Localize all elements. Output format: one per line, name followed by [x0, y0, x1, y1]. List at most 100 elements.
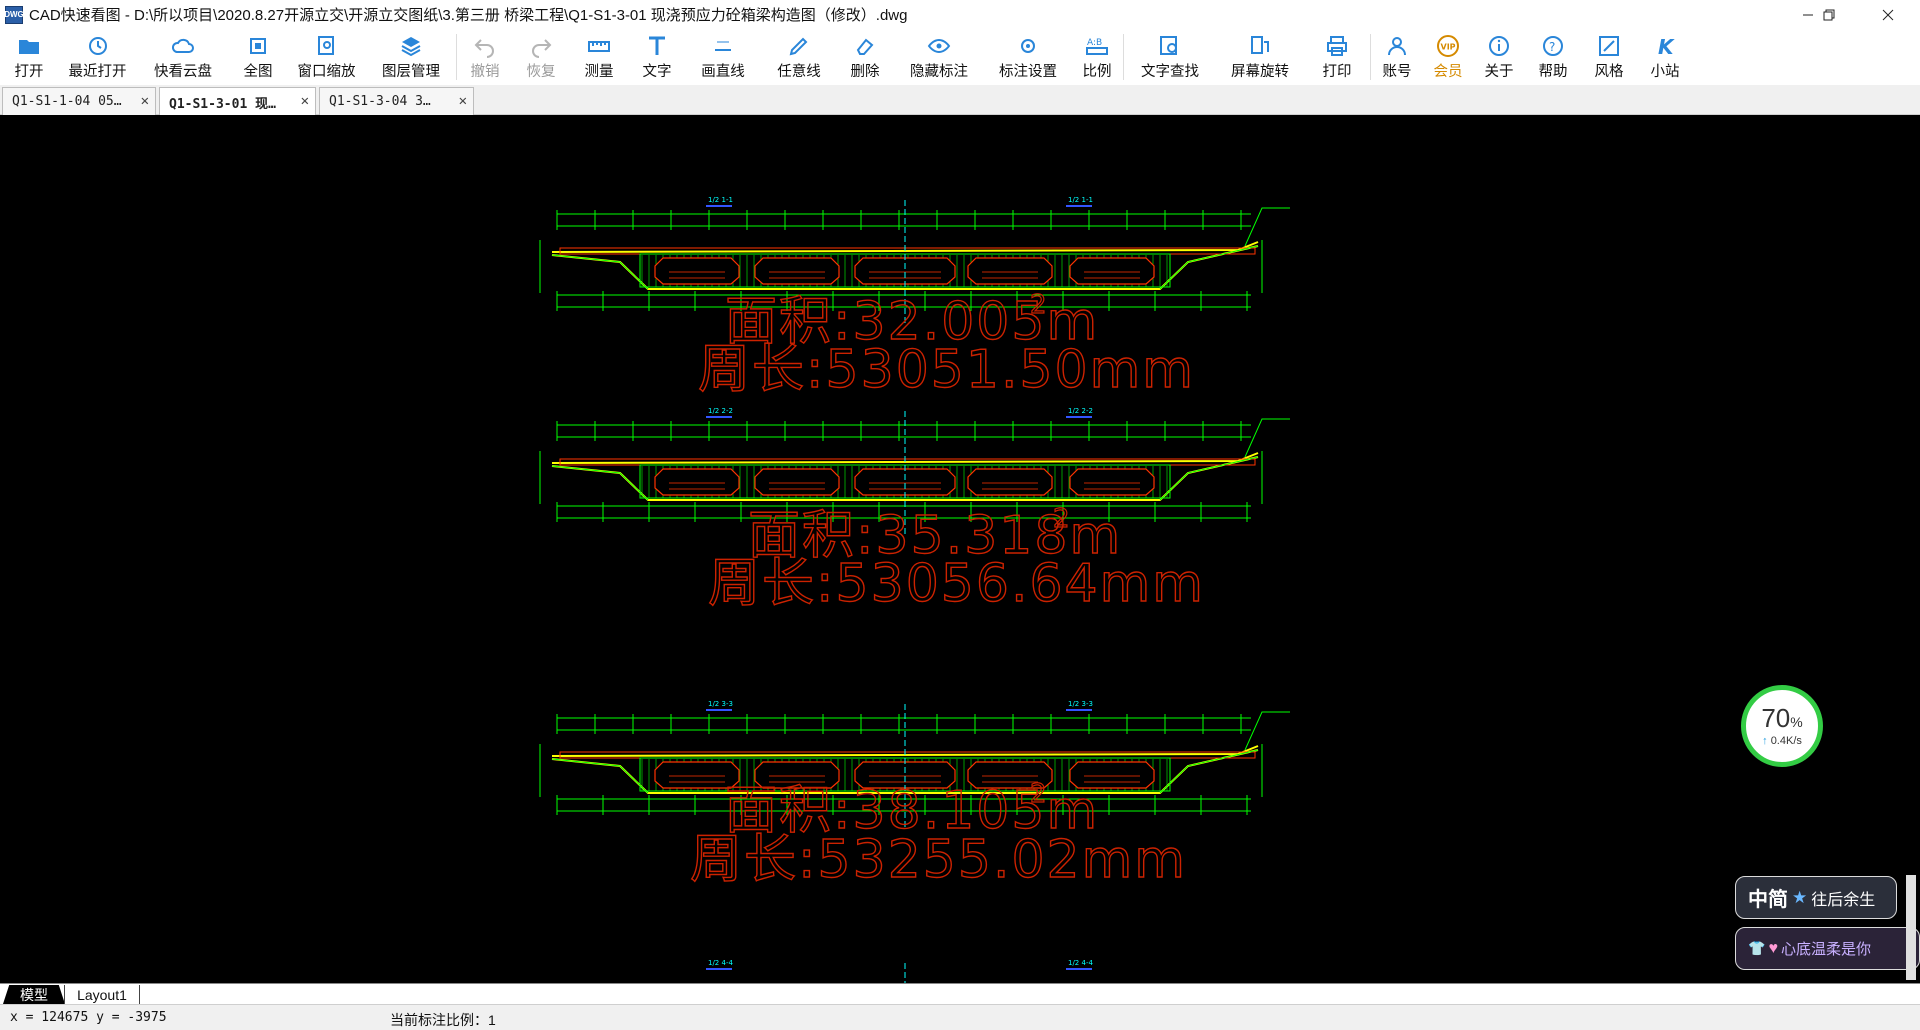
toolbar-button-line[interactable]: 画直线: [685, 29, 761, 85]
cantilever-right: [1159, 749, 1259, 794]
tab-close-icon[interactable]: ✕: [141, 93, 149, 109]
toolbar-button-rotate-screen[interactable]: 屏幕旋转: [1216, 29, 1304, 85]
network-speed-widget[interactable]: 70% ↑ 0.4K/s: [1741, 685, 1823, 767]
perimeter-label: 周长:53255.02mm: [690, 830, 1187, 890]
toolbar-button-user[interactable]: 账号: [1371, 29, 1423, 85]
help-icon: ?: [1541, 34, 1565, 58]
toolbar-button-style[interactable]: 风格: [1581, 29, 1637, 85]
toolbar-label: 比例: [1082, 64, 1112, 80]
tab-label: Q1-S1-1-04 05…: [12, 94, 122, 109]
perimeter-label: 周长:53051.50mm: [698, 340, 1195, 400]
toolbar-button-text[interactable]: 文字: [629, 29, 685, 85]
layout-tab-model[interactable]: 模型: [3, 985, 65, 1004]
toolbar-label: 画直线: [701, 64, 745, 80]
box-cell-4: [967, 257, 1053, 285]
toolbar-button-window-zoom[interactable]: 窗口缩放: [287, 29, 366, 85]
toolbar-button-undo[interactable]: 撤销: [457, 29, 513, 85]
drawing-svg[interactable]: 1/2 1-1 1/2 1-1 1/2 2-2 1/2 2-2 1/2 3-3 1/2 3…: [0, 115, 1920, 983]
cursor-coordinates: x = 124675 y = -3975: [10, 1010, 167, 1025]
eraser-icon: [853, 34, 877, 58]
toolbar-label: 小站: [1650, 64, 1680, 80]
section-tag-right: 1/2 1-1: [1068, 196, 1093, 204]
box-cell-3: [854, 257, 956, 285]
cantilever-left: [551, 465, 649, 501]
layers-icon: [399, 34, 423, 58]
speed-rate: 0.4K/s: [1770, 735, 1802, 747]
svg-text:K: K: [1658, 35, 1675, 58]
box-cell-4: [967, 468, 1053, 496]
layout-tab-layout1[interactable]: Layout1: [64, 985, 140, 1004]
toolbar-label: 删除: [850, 64, 880, 80]
tab-document-1[interactable]: Q1-S1-1-04 05… ✕: [2, 87, 156, 115]
line-icon: [711, 34, 735, 58]
toolbar-label: 任意线: [777, 64, 821, 80]
toolbar-button-k-site[interactable]: K 小站: [1637, 29, 1693, 85]
toolbar-button-printer[interactable]: 打印: [1304, 29, 1370, 85]
slope-leader: [1244, 711, 1290, 751]
box-cell-5: [1069, 468, 1155, 496]
side-scrollbar[interactable]: [1906, 875, 1916, 980]
box-cell-3: [854, 468, 956, 496]
tab-close-icon[interactable]: ✕: [459, 93, 467, 109]
title-bar: DWG CAD快速看图 - D:\所以项目\2020.8.27开源立交\开源立交…: [0, 0, 1920, 29]
box-cell-1: [654, 468, 740, 496]
info-icon: [1487, 34, 1511, 58]
toolbar-button-layers[interactable]: 图层管理: [366, 29, 456, 85]
toolbar-label: 快看云盘: [154, 64, 212, 80]
toolbar-button-pencil[interactable]: 任意线: [761, 29, 837, 85]
toolbar-label: 全图: [243, 64, 273, 80]
toolbar-label: 关于: [1484, 64, 1514, 80]
drawing-canvas[interactable]: 1/2 1-1 1/2 1-1 1/2 2-2 1/2 2-2 1/2 3-3 1/2 3…: [0, 115, 1920, 983]
toolbar-label: 风格: [1594, 64, 1624, 80]
toolbar-button-scale[interactable]: A:B 比例: [1071, 29, 1123, 85]
vip-icon: VIP: [1436, 34, 1460, 58]
section-tag-left: 1/2 1-1: [708, 196, 733, 204]
app-logo-icon: DWG: [4, 5, 24, 24]
upload-arrow-icon: ↑: [1762, 735, 1768, 747]
toolbar-button-settings[interactable]: 标注设置: [985, 29, 1071, 85]
tab-close-icon[interactable]: ✕: [301, 93, 309, 109]
folder-open-icon: [17, 34, 41, 58]
box-cell-5: [1069, 257, 1155, 285]
cantilever-right: [1159, 456, 1259, 501]
toolbar-button-history[interactable]: 最近打开: [58, 29, 137, 85]
eye-icon: [927, 34, 951, 58]
perimeter-label: 周长:53056.64mm: [708, 554, 1205, 614]
toolbar-button-eye[interactable]: 隐藏标注: [893, 29, 985, 85]
toolbar-button-fit-all[interactable]: 全图: [229, 29, 287, 85]
toolbar-button-cloud[interactable]: 快看云盘: [137, 29, 229, 85]
lyric-badge[interactable]: 👕 ♥ 心底温柔是你: [1735, 927, 1920, 970]
layout-tab-bar: 模型 Layout1: [0, 983, 1920, 1004]
close-icon: [1882, 9, 1894, 20]
badge-song: 往后余生: [1811, 891, 1876, 909]
text-search-icon: [1158, 34, 1182, 58]
area-unit-superscript: 2: [1030, 290, 1047, 320]
restore-button[interactable]: [1801, 0, 1857, 29]
section-tag-left: 1/2 4-4: [708, 959, 733, 967]
toolbar-button-vip[interactable]: VIP 会员: [1423, 29, 1473, 85]
star-icon: ★: [1792, 887, 1808, 907]
history-icon: [86, 34, 110, 58]
window-zoom-icon: [315, 34, 339, 58]
toolbar-label: 打印: [1322, 64, 1352, 80]
cantilever-left: [551, 254, 649, 290]
annotation-scale: 当前标注比例：1: [390, 1012, 496, 1028]
area-unit-superscript: 2: [1053, 504, 1070, 534]
music-badge[interactable]: 中简 ★ 往后余生: [1735, 876, 1897, 919]
slope-leader: [1244, 207, 1290, 247]
toolbar-button-folder-open[interactable]: 打开: [0, 29, 58, 85]
toolbar-button-text-search[interactable]: 文字查找: [1124, 29, 1216, 85]
section-tag-left: 1/2 2-2: [708, 407, 733, 415]
toolbar-button-help[interactable]: ? 帮助: [1525, 29, 1581, 85]
ruler-icon: [587, 34, 611, 58]
pencil-icon: [787, 34, 811, 58]
toolbar-button-ruler[interactable]: 测量: [569, 29, 629, 85]
tab-document-2[interactable]: Q1-S1-3-01 现… ✕: [159, 87, 316, 116]
cross-section-4: 1/2 4-4 1/2 4-4: [706, 959, 1093, 983]
toolbar-button-eraser[interactable]: 删除: [837, 29, 893, 85]
tab-document-3[interactable]: Q1-S1-3-04 3… ✕: [319, 87, 474, 115]
close-button[interactable]: [1860, 0, 1916, 29]
toolbar-label: 标注设置: [999, 64, 1057, 80]
toolbar-button-redo[interactable]: 恢复: [513, 29, 569, 85]
toolbar-button-info[interactable]: 关于: [1473, 29, 1525, 85]
